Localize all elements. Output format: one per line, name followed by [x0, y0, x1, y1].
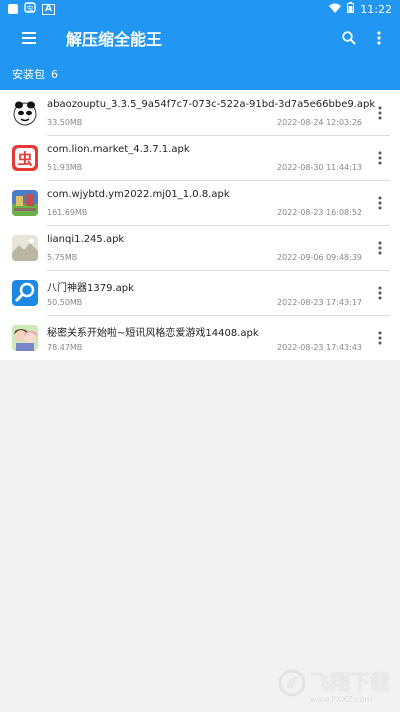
search-icon[interactable]: [334, 23, 364, 53]
more-vert-icon[interactable]: [374, 283, 386, 303]
notification-square-icon: [8, 4, 18, 14]
watermark-url: www.FXXZ.com: [310, 695, 373, 704]
app-title: 解压缩全能王: [66, 30, 163, 49]
more-vert-icon[interactable]: [364, 23, 394, 53]
wifi-icon: [329, 3, 342, 16]
file-size: 33.50MB: [47, 117, 83, 127]
svg-text:虫: 虫: [27, 4, 34, 13]
site-watermark: 飞翔下载 www.FXXZ.com: [278, 666, 390, 704]
battery-icon: [347, 2, 355, 16]
list-item[interactable]: lianqi1.245.apk 5.75MB 2022-09-06 09:48:…: [0, 225, 400, 271]
clock: 11:22: [360, 2, 392, 16]
section-label: 安装包: [12, 68, 45, 81]
file-name: com.wjybtd.ym2022.mj01_1.0.8.apk: [47, 188, 230, 200]
list-item[interactable]: 八门神器1379.apk 50.50MB 2022-08-23 17:43:17: [0, 270, 400, 316]
file-name: lianqi1.245.apk: [47, 233, 125, 245]
file-name: 八门神器1379.apk: [47, 282, 134, 294]
section-header: 安装包 6: [0, 58, 400, 90]
file-date: 2022-08-23 17:43:17: [277, 297, 362, 307]
watermark-logo-icon: [278, 669, 306, 701]
file-date: 2022-08-24 12:03:26: [277, 117, 362, 127]
file-size: 161.69MB: [47, 207, 88, 217]
more-vert-icon[interactable]: [374, 193, 386, 213]
file-size: 78.47MB: [47, 343, 83, 352]
file-name: abaozouptu_3.3.5_9a54f7c7-073c-522a-91bd…: [47, 98, 376, 110]
app-bar: 解压缩全能王: [0, 18, 400, 58]
file-name: 秘密关系开始啦~短讯风格恋爱游戏14408.apk: [47, 328, 259, 339]
file-date: 2022-08-23 16:08:52: [277, 207, 362, 217]
file-date: 2022-09-06 09:48:39: [277, 252, 362, 262]
section-count: 6: [51, 67, 58, 81]
more-vert-icon[interactable]: [374, 238, 386, 258]
file-size: 5.75MB: [47, 252, 78, 262]
list-item[interactable]: com.wjybtd.ym2022.mj01_1.0.8.apk 161.69M…: [0, 180, 400, 226]
more-vert-icon[interactable]: [374, 148, 386, 168]
list-item[interactable]: 虫 com.lion.market_4.3.7.1.apk 51.93MB 20…: [0, 135, 400, 181]
watermark-text: 飞翔下载: [310, 672, 390, 694]
file-name: com.lion.market_4.3.7.1.apk: [47, 143, 190, 155]
file-date: 2022-08-23 17:43:43: [277, 343, 362, 352]
more-vert-icon[interactable]: [374, 328, 386, 348]
file-list: abaozouptu_3.3.5_9a54f7c7-073c-522a-91bd…: [0, 90, 400, 360]
status-bar: 虫 A 11:22: [0, 0, 400, 18]
magnifier-app-icon: [12, 279, 38, 306]
anime-girls-icon: [12, 324, 38, 351]
file-size: 50.50MB: [47, 297, 83, 307]
bug-app-icon: 虫: [24, 2, 36, 16]
list-item[interactable]: 秘密关系开始啦~短讯风格恋爱游戏14408.apk 78.47MB 2022-0…: [0, 315, 400, 360]
panda-face-icon: [12, 99, 38, 126]
svg-text:虫: 虫: [17, 150, 32, 168]
status-left: 虫 A: [8, 2, 55, 16]
menu-icon[interactable]: [14, 23, 44, 53]
list-item[interactable]: abaozouptu_3.3.5_9a54f7c7-073c-522a-91bd…: [0, 90, 400, 136]
file-size: 51.93MB: [47, 162, 83, 172]
more-vert-icon[interactable]: [374, 103, 386, 123]
bug-chong-icon: 虫: [12, 144, 38, 171]
status-right: 11:22: [329, 2, 392, 16]
landscape-app-icon: [12, 234, 38, 261]
file-date: 2022-08-30 11:44:13: [277, 162, 362, 172]
a-badge-icon: A: [42, 3, 55, 15]
game-app-icon: [12, 189, 38, 216]
